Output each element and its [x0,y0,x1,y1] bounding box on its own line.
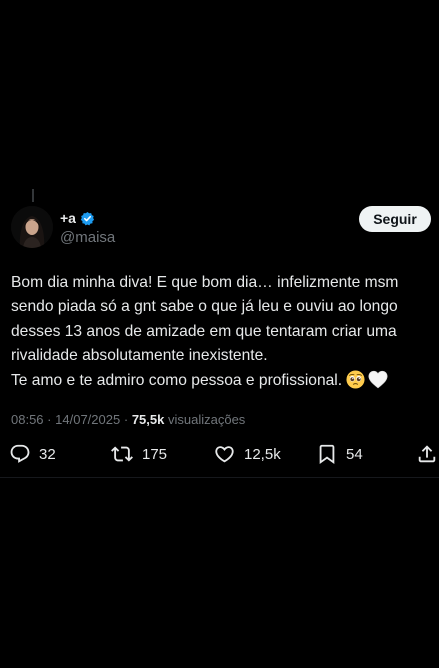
repost-icon [111,446,133,462]
reply-count: 32 [39,445,56,463]
like-button[interactable]: 12,5k [213,441,281,467]
tweet-divider [0,477,439,478]
author-display-name[interactable]: +a [60,210,76,226]
repost-count: 175 [142,445,168,463]
meta-separator: · [47,412,52,427]
verified-badge-icon [80,211,95,226]
follow-button[interactable]: Seguir [359,206,431,232]
reply-button[interactable]: 32 [9,441,56,467]
white-heart-icon [368,370,388,388]
tweet-meta: 08:56 · 14/07/2025 · 75,5k visualizações [11,412,245,427]
reply-icon [10,444,30,463]
avatar[interactable] [11,206,53,248]
pleading-face-icon [346,370,365,389]
like-count: 12,5k [244,445,281,463]
tweet-emojis [346,370,388,389]
author-handle[interactable]: @maisa [60,229,115,246]
tweet-text: Bom dia minha diva! E que bom dia… infel… [11,271,431,393]
tweet-time[interactable]: 08:56 [11,412,44,427]
tweet-paragraph: Bom dia minha diva! E que bom dia… infel… [11,274,399,365]
views-count: 75,5k [131,412,165,427]
thread-connector-line [32,189,34,202]
bookmark-button[interactable]: 54 [316,441,363,467]
tweet-date[interactable]: 14/07/2025 [55,412,120,427]
avatar-image [11,206,53,248]
tweet-paragraph-last: Te amo e te admiro como pessoa e profiss… [11,369,431,393]
repost-button[interactable]: 175 [110,441,167,467]
share-button[interactable] [416,441,438,467]
bookmark-icon [319,444,335,465]
meta-separator-2: · [123,412,129,427]
author-info: +a @maisa [60,209,115,246]
tweet-last-line-text: Te amo e te admiro como pessoa e profiss… [11,371,343,389]
heart-icon [215,446,234,463]
share-icon [418,445,436,463]
views-label: visualizações [167,412,246,427]
author-name-row: +a [60,209,115,227]
tweet-actions: 32 175 12,5k 54 [0,441,439,467]
bookmark-count: 54 [346,445,363,463]
